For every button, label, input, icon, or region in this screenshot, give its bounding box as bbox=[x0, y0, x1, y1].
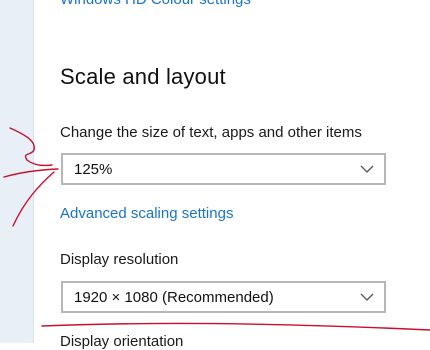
left-rail bbox=[0, 0, 34, 343]
hd-colour-settings-link[interactable]: Windows HD Colour settings bbox=[60, 0, 251, 8]
resolution-dropdown[interactable]: 1920 × 1080 (Recommended) bbox=[61, 281, 386, 313]
chevron-down-icon bbox=[360, 293, 374, 301]
scale-dropdown-value: 125% bbox=[74, 161, 113, 178]
scale-dropdown[interactable]: 125% bbox=[61, 153, 386, 185]
section-title: Scale and layout bbox=[60, 64, 226, 89]
orientation-label: Display orientation bbox=[60, 333, 184, 350]
advanced-scaling-link[interactable]: Advanced scaling settings bbox=[60, 205, 233, 222]
annotation-underline bbox=[41, 322, 430, 331]
chevron-down-icon bbox=[360, 165, 374, 173]
resolution-label: Display resolution bbox=[60, 251, 179, 268]
size-label: Change the size of text, apps and other … bbox=[60, 124, 362, 141]
resolution-dropdown-value: 1920 × 1080 (Recommended) bbox=[74, 289, 274, 306]
